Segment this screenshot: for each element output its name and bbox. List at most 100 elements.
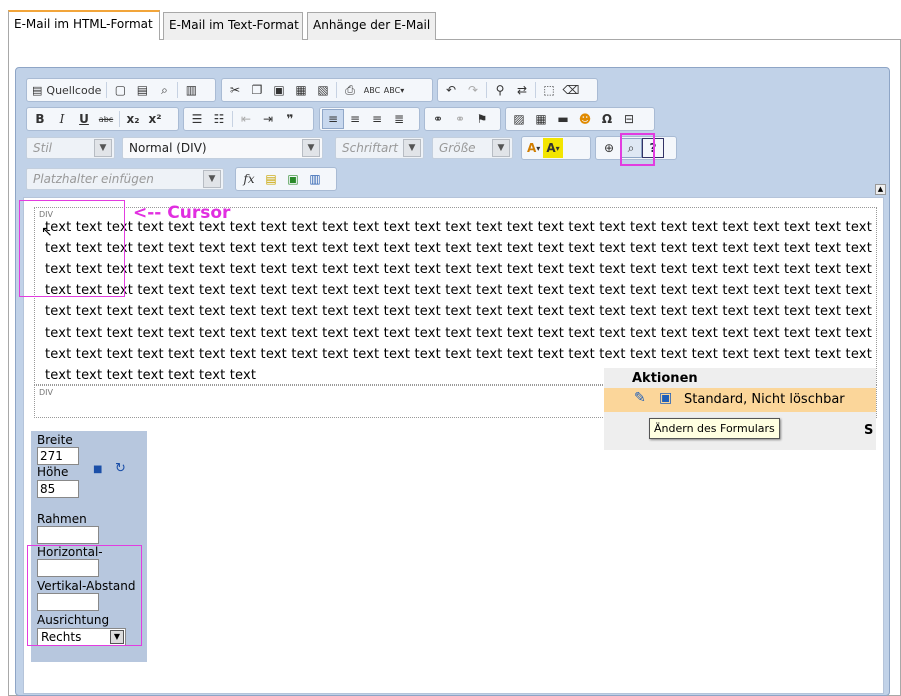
action-row[interactable]: ✎ ▣ Standard, Nicht löschbar <box>604 388 876 412</box>
find-icon[interactable]: ⚲ <box>489 80 511 100</box>
separator <box>535 82 536 98</box>
page-break-icon[interactable]: ⊟ <box>618 109 640 129</box>
edit-icon[interactable]: ✎ <box>634 390 646 406</box>
background-color-button[interactable]: A ▾ <box>543 138 563 158</box>
bold-icon[interactable]: B <box>29 109 51 129</box>
outdent-icon[interactable]: ⇤ <box>235 109 257 129</box>
align-left-icon[interactable]: ≡ <box>322 109 344 129</box>
height-label: Höhe <box>37 465 69 479</box>
text-color-button[interactable]: A ▾ <box>524 138 543 158</box>
replace-icon[interactable]: ⇄ <box>511 80 533 100</box>
font-combo[interactable]: Schriftart ▼ <box>335 137 424 159</box>
undo-icon[interactable]: ↶ <box>440 80 462 100</box>
variable-icon[interactable]: ▥ <box>304 169 326 189</box>
select-all-icon[interactable]: ⬚ <box>538 80 560 100</box>
width-input[interactable]: 271 <box>37 447 79 465</box>
text-line: text text text text text text text text … <box>45 262 877 277</box>
source-label: Quellcode <box>46 83 102 97</box>
copy-icon[interactable]: ❐ <box>246 80 268 100</box>
text-line: text text text text text text text text … <box>45 326 877 341</box>
spellcheck-icon[interactable]: ABC <box>361 80 383 100</box>
anchor-icon[interactable]: ⚑ <box>471 109 493 129</box>
paste-word-icon[interactable]: ▧ <box>312 80 334 100</box>
italic-icon[interactable]: I <box>51 109 73 129</box>
special-char-icon[interactable]: Ω <box>596 109 618 129</box>
formula-icon[interactable]: fx <box>238 169 260 189</box>
format-combo[interactable]: Normal (DIV) ▼ <box>122 137 323 159</box>
props-highlight <box>27 545 142 646</box>
smiley-icon[interactable]: ☻ <box>574 109 596 129</box>
image-icon[interactable]: ▨ <box>508 109 530 129</box>
reset-size-icon[interactable]: ↻ <box>115 461 126 476</box>
actions-panel: Aktionen ✎ ▣ Standard, Nicht löschbar S … <box>604 368 876 450</box>
align-center-icon[interactable]: ≡ <box>344 109 366 129</box>
table-icon[interactable]: ▦ <box>530 109 552 129</box>
height-input[interactable]: 85 <box>37 480 79 498</box>
print-icon[interactable]: ⎙ <box>339 80 361 100</box>
border-input[interactable] <box>37 526 99 544</box>
underline-icon[interactable]: U <box>73 109 95 129</box>
paste-icon[interactable]: ▣ <box>268 80 290 100</box>
text-line: text text text text text text text text … <box>45 347 877 362</box>
unlink-icon[interactable]: ⚭ <box>449 109 471 129</box>
link-icon[interactable]: ⚭ <box>427 109 449 129</box>
paste-text-icon[interactable]: ▦ <box>290 80 312 100</box>
size-combo-text: Größe <box>439 141 476 155</box>
style-combo[interactable]: Stil ▼ <box>26 137 115 159</box>
blockquote-icon[interactable]: ❞ <box>279 109 301 129</box>
cut-icon[interactable]: ✂ <box>224 80 246 100</box>
chevron-down-icon: ▼ <box>403 139 421 157</box>
indent-icon[interactable]: ⇥ <box>257 109 279 129</box>
text-line: text text text text text text text text … <box>45 304 877 319</box>
size-combo[interactable]: Größe ▼ <box>432 137 513 159</box>
source-icon: ▤ <box>32 83 43 97</box>
toolbar-group-insert: ▨ ▦ ▬ ☻ Ω ⊟ <box>505 107 655 131</box>
separator <box>119 111 120 127</box>
style-combo-text: Stil <box>33 141 52 155</box>
placeholder-combo[interactable]: Platzhalter einfügen ▼ <box>26 168 224 190</box>
div-label: DIV <box>39 388 53 397</box>
redo-icon[interactable]: ↷ <box>462 80 484 100</box>
separator <box>232 111 233 127</box>
toolbar-group-document: ▤ Quellcode ▢ ▤ ⌕ ▥ <box>26 78 216 102</box>
tab-text-format[interactable]: E-Mail im Text-Format <box>163 12 303 40</box>
format-combo-text: Normal (DIV) <box>129 141 207 155</box>
collapse-toolbar-icon[interactable]: ▲ <box>875 184 886 195</box>
placeholder-combo-text: Platzhalter einfügen <box>33 172 154 186</box>
subscript-icon[interactable]: x₂ <box>122 109 144 129</box>
toolbar-group-align: ≡ ≡ ≡ ≣ <box>319 107 420 131</box>
html-editor: ▤ Quellcode ▢ ▤ ⌕ ▥ ✂ ❐ ▣ ▦ ▧ ⎙ ABC ABC▾… <box>15 67 890 696</box>
templates-icon[interactable]: ▤ <box>131 80 153 100</box>
tab-attachments[interactable]: Anhänge der E-Mail <box>307 12 436 40</box>
lock-icon[interactable]: ■ <box>93 464 102 475</box>
tab-html-format[interactable]: E-Mail im HTML-Format <box>8 10 160 40</box>
document-field-icon[interactable]: ▤ <box>260 169 282 189</box>
numbered-list-icon[interactable]: ☰ <box>186 109 208 129</box>
new-page-icon[interactable]: ▢ <box>109 80 131 100</box>
horizontal-rule-icon[interactable]: ▬ <box>552 109 574 129</box>
bulleted-list-icon[interactable]: ☷ <box>208 109 230 129</box>
editor-content[interactable]: DIV text text text text text text text t… <box>19 197 884 694</box>
text-line: text text text text text text text text … <box>45 241 877 256</box>
maximize-icon[interactable]: ⊕ <box>598 138 620 158</box>
form-edit-icon[interactable]: ▣ <box>659 390 672 406</box>
superscript-icon[interactable]: x² <box>144 109 166 129</box>
document-icon[interactable]: ▥ <box>180 80 202 100</box>
spellcheck-dropdown-icon[interactable]: ABC▾ <box>383 80 405 100</box>
div-block-text[interactable]: DIV text text text text text text text t… <box>34 207 877 385</box>
text-line: text text text text text text text text … <box>45 283 877 298</box>
editor-toolbar: ▤ Quellcode ▢ ▤ ⌕ ▥ ✂ ❐ ▣ ▦ ▧ ⎙ ABC ABC▾… <box>24 73 886 195</box>
toolbar-group-colors: A ▾ A ▾ <box>521 136 591 160</box>
preview-icon[interactable]: ⌕ <box>153 80 175 100</box>
strikethrough-icon[interactable]: abc <box>95 109 117 129</box>
remove-format-icon[interactable]: ⌫ <box>560 80 582 100</box>
chevron-down-icon: ▼ <box>302 139 320 157</box>
actions-partial-text: S <box>864 423 874 438</box>
align-right-icon[interactable]: ≡ <box>366 109 388 129</box>
align-justify-icon[interactable]: ≣ <box>388 109 410 129</box>
cursor-highlight <box>19 200 125 297</box>
cursor-annotation: <-- Cursor <box>133 203 231 223</box>
action-row-label: Standard, Nicht löschbar <box>684 392 845 407</box>
form-icon[interactable]: ▣ <box>282 169 304 189</box>
source-button[interactable]: ▤ Quellcode <box>29 80 104 100</box>
